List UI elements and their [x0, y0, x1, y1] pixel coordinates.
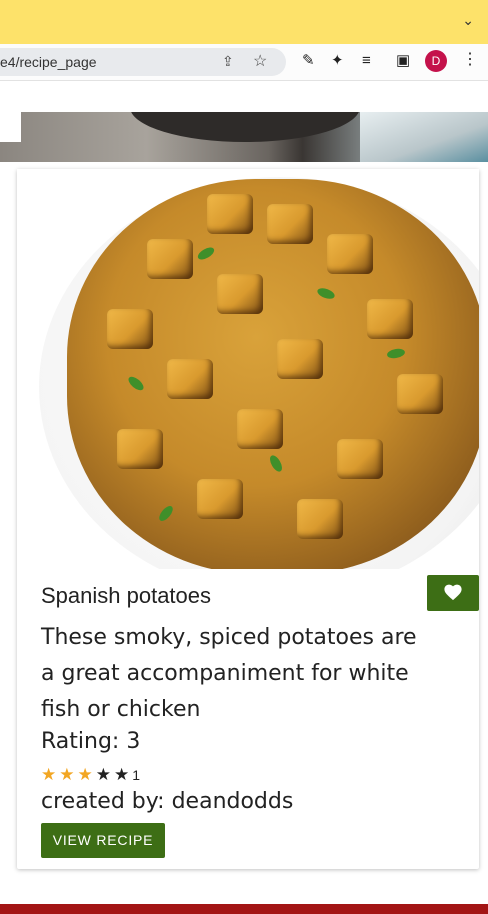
address-bar[interactable]: e4/recipe_page ⇪ ☆ — [0, 48, 286, 76]
potato-pile-shape — [67, 179, 479, 569]
hero-bowl-shape — [130, 112, 360, 142]
recipe-image — [17, 169, 479, 569]
parsley-leaf — [316, 286, 336, 301]
hero-towel-shape — [360, 112, 488, 162]
parsley-leaf — [386, 347, 406, 360]
potato-cube — [217, 274, 263, 314]
extensions-icon[interactable]: ✦ — [331, 53, 344, 69]
recipe-title: Spanish potatoes — [41, 583, 212, 608]
star-rating: ★ ★ ★ ★ ★ 1 — [41, 766, 140, 784]
potato-cube — [117, 429, 163, 469]
star-filled-icon[interactable]: ★ — [41, 766, 56, 784]
potato-cube — [267, 204, 313, 244]
rating-text: Rating: 3 — [41, 729, 141, 754]
profile-avatar[interactable]: D — [425, 50, 447, 72]
potato-cube — [337, 439, 383, 479]
potato-cube — [167, 359, 213, 399]
eyedropper-icon[interactable]: ✎ — [302, 53, 315, 69]
bookmark-star-icon[interactable]: ☆ — [253, 51, 267, 71]
creator-text: created by: deandodds — [41, 789, 294, 814]
page-top-area — [0, 81, 488, 112]
tab-search-chevron-icon[interactable]: ⌄ — [462, 12, 474, 29]
heart-icon — [444, 584, 462, 601]
parsley-leaf — [156, 503, 176, 524]
share-icon[interactable]: ⇪ — [222, 53, 234, 70]
rating-count: 1 — [132, 767, 141, 783]
address-url[interactable]: e4/recipe_page — [0, 54, 97, 70]
footer-bar — [0, 904, 488, 914]
potato-cube — [207, 194, 253, 234]
potato-cube — [367, 299, 413, 339]
potato-cube — [237, 409, 283, 449]
reading-list-icon[interactable]: ≡ — [362, 53, 371, 69]
potato-cube — [327, 234, 373, 274]
parsley-leaf — [126, 374, 146, 393]
browser-toolbar: e4/recipe_page ⇪ ☆ ✎ ✦ ≡ ▣ — [0, 44, 488, 81]
potato-cube — [277, 339, 323, 379]
star-empty-icon[interactable]: ★ — [96, 766, 111, 784]
favorite-button[interactable] — [427, 575, 479, 611]
parsley-leaf — [195, 245, 217, 262]
kebab-menu-icon[interactable]: ⋮ — [462, 52, 478, 68]
parsley-leaf — [267, 453, 285, 474]
recipe-card: Spanish potatoes These smoky, spiced pot… — [17, 169, 479, 869]
star-filled-icon[interactable]: ★ — [78, 766, 93, 784]
star-filled-icon[interactable]: ★ — [59, 766, 74, 784]
potato-cube — [197, 479, 243, 519]
recipe-description: These smoky, spiced potatoes are a great… — [41, 625, 417, 722]
hero-image — [0, 112, 488, 162]
view-recipe-button[interactable]: VIEW RECIPE — [41, 823, 165, 858]
star-empty-icon[interactable]: ★ — [114, 766, 129, 784]
potato-cube — [297, 499, 343, 539]
potato-cube — [397, 374, 443, 414]
potato-cube — [107, 309, 153, 349]
sidepanel-icon[interactable]: ▣ — [396, 53, 410, 69]
browser-tab-strip: ⌄ — [0, 0, 488, 45]
hero-overlay-box — [0, 112, 21, 142]
potato-cube — [147, 239, 193, 279]
